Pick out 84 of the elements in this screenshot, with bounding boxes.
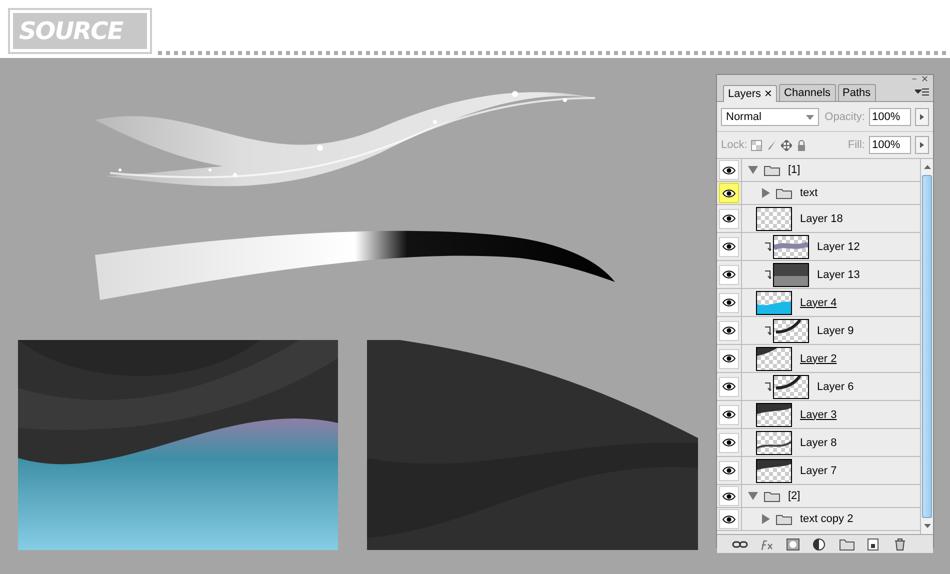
adjustment-icon[interactable] <box>812 538 828 550</box>
layer-thumbnail <box>773 374 809 398</box>
effects-icon[interactable] <box>758 538 775 550</box>
layer-name[interactable]: Layer 8 <box>800 436 837 448</box>
scroll-down-icon[interactable] <box>924 524 930 528</box>
arrow-right-icon[interactable] <box>915 136 929 154</box>
visibility-toggle[interactable] <box>719 404 739 424</box>
transparency-lock-icon[interactable] <box>751 140 762 150</box>
layer-name[interactable]: [2] <box>788 490 800 502</box>
eye-icon <box>722 326 736 335</box>
visibility-toggle[interactable] <box>719 376 739 396</box>
eye-icon <box>722 410 736 419</box>
visibility-toggle[interactable] <box>719 183 739 203</box>
dropdown-arrow-icon <box>806 114 814 120</box>
visibility-toggle[interactable] <box>719 320 739 340</box>
visibility-toggle[interactable] <box>719 264 739 284</box>
arrow-right-icon[interactable] <box>915 108 929 126</box>
layer-name[interactable]: Layer 2 <box>800 352 837 364</box>
visibility-toggle[interactable] <box>719 236 739 256</box>
lock-icon[interactable] <box>796 140 808 150</box>
fill-label: Fill: <box>848 139 865 151</box>
visibility-toggle[interactable] <box>719 509 739 529</box>
eye-icon <box>722 270 736 279</box>
folder-icon <box>776 188 792 198</box>
brush-icon[interactable] <box>766 140 778 150</box>
new-layer-icon[interactable] <box>865 538 882 550</box>
layer-thumbnail <box>773 234 809 258</box>
scrollbar[interactable] <box>920 159 933 534</box>
layer-thumbnail <box>756 458 792 482</box>
folder-icon <box>764 490 780 502</box>
panel-tab[interactable]: Channels <box>779 84 836 101</box>
panel-tab[interactable]: Paths <box>838 84 876 101</box>
layer-name[interactable]: Layer 6 <box>817 380 854 392</box>
eye-icon <box>722 382 736 391</box>
layer-name[interactable]: Layer 13 <box>817 268 860 280</box>
eye-icon <box>722 188 736 198</box>
visibility-toggle[interactable] <box>719 432 739 452</box>
eye-icon <box>722 492 736 500</box>
move-icon[interactable] <box>781 140 792 150</box>
layer-thumbnail <box>756 290 792 314</box>
panel-menu-icon[interactable] <box>915 86 929 96</box>
eye-icon <box>722 298 736 307</box>
layer-thumbnail <box>756 206 792 230</box>
lock-label: Lock: <box>721 139 748 151</box>
folder-icon[interactable] <box>838 538 855 550</box>
minimize-button[interactable]: − <box>912 75 917 84</box>
layer-thumbnail <box>773 318 809 342</box>
opacity-label: Opacity: <box>824 111 865 123</box>
eye-icon <box>722 438 736 447</box>
layer-name[interactable]: Layer 4 <box>800 296 837 308</box>
eye-icon <box>722 514 736 524</box>
visibility-toggle[interactable] <box>719 208 739 228</box>
panel-tab[interactable]: Layers ✕ <box>723 85 778 102</box>
blend-mode-dropdown[interactable]: Normal <box>721 108 819 126</box>
eye-icon <box>722 166 736 174</box>
layer-name[interactable]: text copy 2 <box>800 513 854 525</box>
tab-close-button[interactable]: ✕ <box>764 88 772 100</box>
layer-name[interactable]: Layer 7 <box>800 464 837 476</box>
eye-icon <box>722 354 736 363</box>
eye-icon <box>722 242 736 251</box>
layer-name[interactable]: Layer 3 <box>800 408 837 420</box>
layer-name[interactable]: text <box>800 187 818 199</box>
mask-icon[interactable] <box>785 538 802 550</box>
visibility-toggle[interactable] <box>719 460 739 480</box>
layer-name[interactable]: Layer 12 <box>817 240 860 252</box>
close-button[interactable]: ✕ <box>921 75 929 84</box>
visibility-toggle[interactable] <box>719 292 739 312</box>
scroll-up-icon[interactable] <box>924 165 930 169</box>
layer-thumbnail <box>756 402 792 426</box>
visibility-toggle[interactable] <box>719 160 739 180</box>
fill-field[interactable]: 100% <box>869 136 911 154</box>
visibility-toggle[interactable] <box>719 486 739 506</box>
opacity-field[interactable]: 100% <box>869 108 911 126</box>
eye-icon <box>722 466 736 475</box>
eye-icon <box>722 214 736 223</box>
folder-icon <box>764 164 780 176</box>
layer-thumbnail <box>756 430 792 454</box>
visibility-toggle[interactable] <box>719 348 739 368</box>
layer-name[interactable]: Layer 18 <box>800 212 843 224</box>
layer-thumbnail <box>773 262 809 286</box>
layer-name[interactable]: Layer 9 <box>817 324 854 336</box>
layer-thumbnail <box>756 346 792 370</box>
layer-name[interactable]: [1] <box>788 164 800 176</box>
folder-icon <box>776 514 792 524</box>
